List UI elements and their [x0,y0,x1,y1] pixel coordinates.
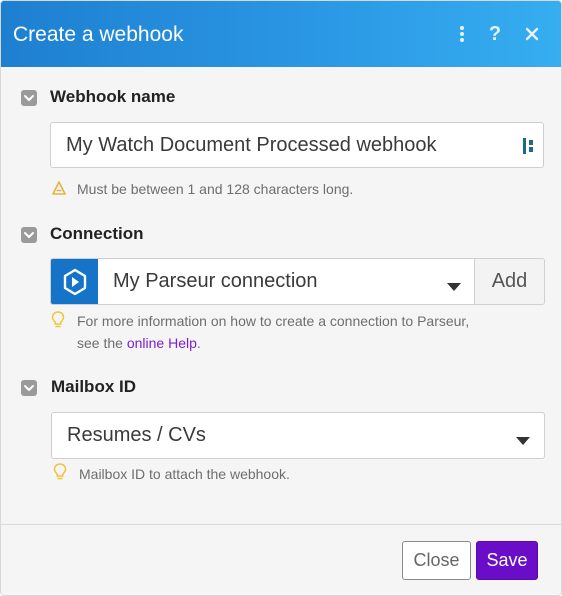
footer-divider [1,524,561,525]
connection-label: Connection [50,224,144,243]
connection-select[interactable]: My Parseur connection Add [50,258,545,305]
help-icon[interactable]: ? [483,20,507,48]
close-icon[interactable] [520,20,544,48]
webhook-name-value: My Watch Document Processed webhook [66,134,437,156]
more-vertical-icon[interactable] [450,20,474,48]
close-button[interactable]: Close [402,541,471,580]
save-button[interactable]: Save [476,541,538,580]
chevron-down-icon[interactable] [516,432,530,450]
connection-hint-text: For more information on how to create a … [77,313,470,329]
field-mapper-icon[interactable] [522,137,536,160]
collapse-mailbox-icon[interactable] [21,380,37,396]
warning-icon [52,181,66,200]
connection-hint-see: see the [77,335,123,351]
lightbulb-icon [51,311,65,334]
dialog-header: Create a webhook ? [1,1,561,67]
mailbox-id-label: Mailbox ID [51,377,137,396]
connection-hint-suffix: . [196,335,201,351]
mailbox-id-hint: Mailbox ID to attach the webhook. [79,466,290,482]
webhook-name-hint: Must be between 1 and 128 characters lon… [77,181,354,197]
add-connection-button[interactable]: Add [474,259,544,304]
connection-selected-value: My Parseur connection [113,270,318,292]
connection-hint: For more information on how to create a … [77,310,547,354]
lightbulb-icon [53,463,67,486]
parseur-logo-icon [51,259,98,304]
webhook-name-input[interactable]: My Watch Document Processed webhook [50,122,544,168]
mailbox-id-select[interactable]: Resumes / CVs [51,412,545,459]
collapse-connection-icon[interactable] [21,227,37,243]
dialog-title: Create a webhook [13,23,184,46]
webhook-name-label: Webhook name [50,87,176,106]
chevron-down-icon[interactable] [447,278,461,296]
collapse-webhook-name-icon[interactable] [21,90,37,106]
mailbox-selected-value: Resumes / CVs [67,424,206,446]
create-webhook-dialog: Create a webhook ? Webhook name My Watch… [0,0,562,596]
online-help-link[interactable]: online Help [127,335,197,351]
